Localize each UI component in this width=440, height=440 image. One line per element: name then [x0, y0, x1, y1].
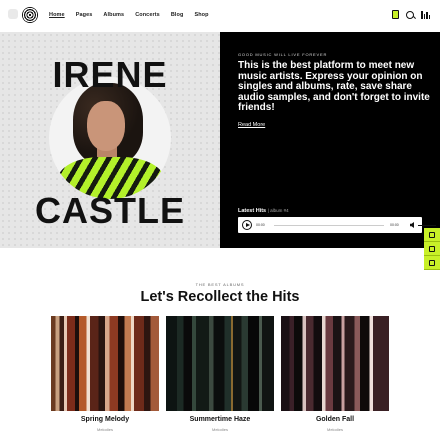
search-icon[interactable]	[406, 10, 414, 19]
nav-item-shop[interactable]: Shop	[194, 12, 208, 18]
audio-player: 00:00 00:00	[238, 217, 436, 233]
nav-item-albums[interactable]: Albums	[103, 12, 124, 18]
shopping-bag-icon[interactable]	[392, 10, 399, 19]
current-time: 00:00	[256, 223, 265, 227]
volume-slider[interactable]	[418, 224, 436, 226]
main-nav: Home Pages Albums Concerts Blog Shop	[49, 12, 220, 18]
album-subtitle: Melodies	[96, 427, 113, 432]
nav-item-blog[interactable]: Blog	[171, 12, 184, 18]
hero-info-panel: GOOD MUSIC WILL LIVE FOREVER This is the…	[220, 32, 440, 270]
album-subtitle: Melodies	[211, 427, 228, 432]
album-title[interactable]: Golden Fall	[281, 416, 389, 423]
total-time: 00:00	[390, 223, 399, 227]
album-subtitle: Melodies	[326, 427, 343, 432]
vinyl-disc-icon	[22, 7, 38, 23]
side-tab-2[interactable]	[424, 242, 440, 256]
equalizer-icon[interactable]	[421, 10, 430, 19]
site-header: Home Pages Albums Concerts Blog Shop	[0, 0, 440, 32]
player-label: Latest Hits | album #4	[238, 208, 289, 214]
nav-item-concerts[interactable]: Concerts	[135, 12, 160, 18]
header-icons	[392, 10, 430, 19]
logo-square-icon	[8, 9, 18, 19]
player-sublabel: | album #4	[267, 208, 289, 213]
play-icon[interactable]	[242, 220, 252, 230]
album-cover-spring-melody[interactable]	[51, 316, 159, 411]
album-cover-golden-fall[interactable]	[281, 316, 389, 411]
progress-track[interactable]	[274, 224, 384, 226]
album-cover-summertime-haze[interactable]	[166, 316, 274, 411]
section-eyebrow: THE BEST ALBUMS	[195, 282, 245, 287]
nav-item-pages[interactable]: Pages	[76, 12, 93, 18]
volume-icon[interactable]	[410, 222, 414, 228]
side-quick-tabs	[424, 228, 440, 270]
side-tab-1[interactable]	[424, 228, 440, 242]
side-tab-3[interactable]	[424, 256, 440, 270]
album-title[interactable]: Summertime Haze	[166, 416, 274, 423]
player-title: Latest Hits	[238, 208, 267, 214]
nav-item-home[interactable]: Home	[49, 12, 65, 18]
artist-last-name: CASTLE	[35, 190, 185, 231]
hero-headline: This is the best platform to meet new mu…	[238, 60, 430, 113]
hero-eyebrow: GOOD MUSIC WILL LIVE FOREVER	[238, 52, 328, 57]
album-title[interactable]: Spring Melody	[51, 416, 159, 423]
square-icon	[429, 259, 435, 266]
square-icon	[429, 245, 435, 252]
section-title: Let's Recollect the Hits	[140, 289, 300, 305]
hero-artist-panel: IRENE CASTLE	[0, 32, 220, 248]
artist-first-name: IRENE	[52, 54, 168, 95]
site-logo[interactable]	[8, 7, 38, 24]
read-more-link[interactable]: Read More	[238, 122, 265, 128]
square-icon	[429, 231, 435, 238]
